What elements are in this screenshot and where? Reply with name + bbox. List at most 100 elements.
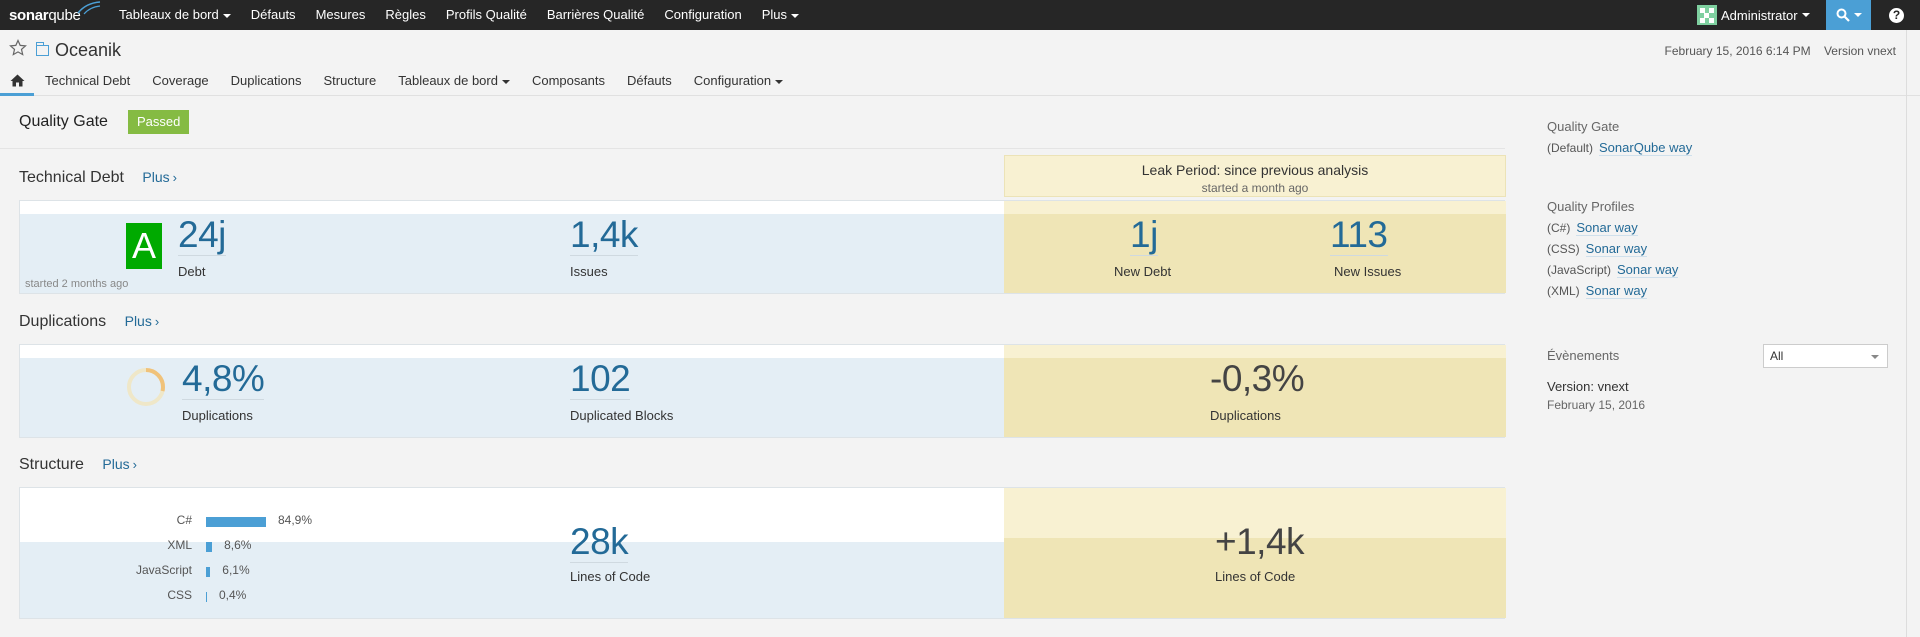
duplicated-blocks-label: Duplicated Blocks xyxy=(570,408,674,423)
tab-1[interactable]: Coverage xyxy=(141,68,219,96)
profile-link[interactable]: Sonar way xyxy=(1617,262,1679,278)
nav-item-label: Règles xyxy=(385,7,426,22)
nav-item-label: Configuration xyxy=(664,7,742,22)
more-link-label: Plus xyxy=(102,456,130,472)
section-title: Structure xyxy=(19,456,84,473)
language-row: JavaScript 6,1% xyxy=(112,563,412,581)
favorite-star-icon[interactable] xyxy=(9,39,27,57)
tab-home[interactable] xyxy=(0,68,34,96)
quality-profile-row: (C#) Sonar way xyxy=(1547,220,1887,236)
sonarqube-logo[interactable]: sonarqube xyxy=(9,1,101,27)
new-issues-value[interactable]: 113 xyxy=(1330,215,1388,256)
structure-panel: C# 84,9% XML 8,6% JavaScript 6,1% CSS 0,4% 28k … xyxy=(19,487,1506,619)
help-button[interactable]: ? xyxy=(1873,0,1920,30)
language-percent: 84,9% xyxy=(278,513,313,527)
nav-item-7[interactable]: Plus xyxy=(752,0,809,30)
profile-link[interactable]: Sonar way xyxy=(1585,283,1648,299)
structure-more-link[interactable]: Plus › xyxy=(102,456,137,472)
new-issues-label: New Issues xyxy=(1334,264,1402,279)
tab-label: Duplications xyxy=(230,73,302,88)
tab-2[interactable]: Duplications xyxy=(220,68,313,96)
new-debt-label: New Debt xyxy=(1114,264,1172,279)
nav-item-0[interactable]: Tableaux de bord xyxy=(109,0,241,30)
language-row: CSS 0,4% xyxy=(112,588,412,606)
nav-item-1[interactable]: Défauts xyxy=(241,0,306,30)
profile-language: (C#) xyxy=(1547,221,1571,235)
new-debt-value[interactable]: 1j xyxy=(1130,215,1158,256)
profile-link[interactable]: Sonar way xyxy=(1585,241,1648,257)
search-button[interactable] xyxy=(1826,0,1871,30)
tab-3[interactable]: Structure xyxy=(312,68,387,96)
leak-period-subtitle: started a month ago xyxy=(1201,181,1309,195)
nav-item-6[interactable]: Configuration xyxy=(654,0,751,30)
new-lines-of-code-value[interactable]: +1,4k xyxy=(1215,522,1305,562)
technical-debt-more-link[interactable]: Plus › xyxy=(142,169,177,185)
project-version: Version vnext xyxy=(1823,44,1896,58)
project-sidebar: Quality Gate (Default) SonarQube way Qual… xyxy=(1547,119,1887,299)
new-duplications-value[interactable]: -0,3% xyxy=(1210,359,1305,399)
duplications-value[interactable]: 4,8% xyxy=(182,359,265,400)
project-name[interactable]: Oceanik xyxy=(55,40,121,61)
sidebar-events-title: Évènements xyxy=(1547,348,1620,363)
nav-item-label: Profils Qualité xyxy=(445,7,527,22)
events-filter-select[interactable]: All xyxy=(1763,344,1888,368)
language-percent: 6,1% xyxy=(222,563,250,577)
events-filter-value: All xyxy=(1770,349,1784,363)
quality-gate-link[interactable]: SonarQube way xyxy=(1599,140,1693,156)
nav-item-5[interactable]: Barrières Qualité xyxy=(537,0,655,30)
debt-rating[interactable]: A xyxy=(126,223,162,269)
user-menu[interactable]: Administrator xyxy=(1697,0,1810,30)
nav-item-2[interactable]: Mesures xyxy=(306,0,376,30)
leak-top-band xyxy=(1004,345,1506,358)
language-name: XML xyxy=(167,538,192,552)
new-duplications-label: Duplications xyxy=(1210,408,1281,423)
tab-0[interactable]: Technical Debt xyxy=(34,68,141,96)
language-bar xyxy=(206,517,266,527)
profile-language: (CSS) xyxy=(1547,242,1580,256)
status-badge: Passed xyxy=(127,110,190,134)
lines-of-code-label: Lines of Code xyxy=(570,569,651,584)
nav-item-label: Barrières Qualité xyxy=(546,7,645,22)
tab-label: Coverage xyxy=(152,73,209,88)
tab-5[interactable]: Composants xyxy=(521,68,616,96)
tab-label: Tableaux de bord xyxy=(398,73,498,88)
debt-value[interactable]: 24j xyxy=(178,215,226,256)
duplications-panel: 4,8% Duplications 102 Duplicated Blocks … xyxy=(19,344,1506,438)
duplications-more-link[interactable]: Plus › xyxy=(125,313,160,329)
quality-profile-row: (XML) Sonar way xyxy=(1547,283,1887,299)
language-name: C# xyxy=(176,513,192,527)
nav-item-label: Mesures xyxy=(315,7,366,22)
quality-profiles-list: (C#) Sonar way (CSS) Sonar way (JavaScript) S… xyxy=(1547,220,1887,299)
nav-item-3[interactable]: Règles xyxy=(375,0,435,30)
profile-link[interactable]: Sonar way xyxy=(1576,220,1638,236)
nav-item-label: Tableaux de bord xyxy=(119,7,219,22)
global-nav: Tableaux de bord Défauts Mesures Règles Prof… xyxy=(109,0,809,30)
panel-top-band xyxy=(20,345,1004,358)
tab-6[interactable]: Défauts xyxy=(616,68,683,96)
quality-profile-row: (CSS) Sonar way xyxy=(1547,241,1887,257)
event-date: February 15, 2016 xyxy=(1547,398,1646,412)
sidebar-quality-gate-title: Quality Gate xyxy=(1547,119,1620,134)
structure-title: Structure Plus › xyxy=(19,456,137,474)
chevron-right-icon: › xyxy=(154,314,160,329)
leak-debt-panel: 1j New Debt 113 New Issues xyxy=(1004,201,1506,293)
leak-duplications-panel: -0,3% Duplications xyxy=(1004,345,1506,437)
chevron-down-icon xyxy=(790,13,799,18)
project-meta: February 15, 2016 6:14 PM Version vnext xyxy=(1665,44,1896,58)
language-percent: 8,6% xyxy=(224,538,252,552)
profile-language: (JavaScript) xyxy=(1547,263,1612,277)
technical-debt-title: Technical Debt Plus › xyxy=(19,169,177,187)
tab-4[interactable]: Tableaux de bord xyxy=(387,68,521,96)
language-row: XML 8,6% xyxy=(112,538,412,556)
lines-of-code-value[interactable]: 28k xyxy=(570,522,629,563)
section-title: Duplications xyxy=(19,313,107,330)
logo-wave-icon xyxy=(77,1,101,15)
logo-text-sonar: sonar xyxy=(9,6,49,24)
issues-value[interactable]: 1,4k xyxy=(570,215,638,256)
nav-item-4[interactable]: Profils Qualité xyxy=(436,0,537,30)
tab-7[interactable]: Configuration xyxy=(683,68,794,96)
tab-label: Structure xyxy=(323,73,377,88)
chevron-right-icon: › xyxy=(132,457,137,472)
more-link-label: Plus xyxy=(124,313,152,329)
duplicated-blocks-value[interactable]: 102 xyxy=(570,359,631,400)
